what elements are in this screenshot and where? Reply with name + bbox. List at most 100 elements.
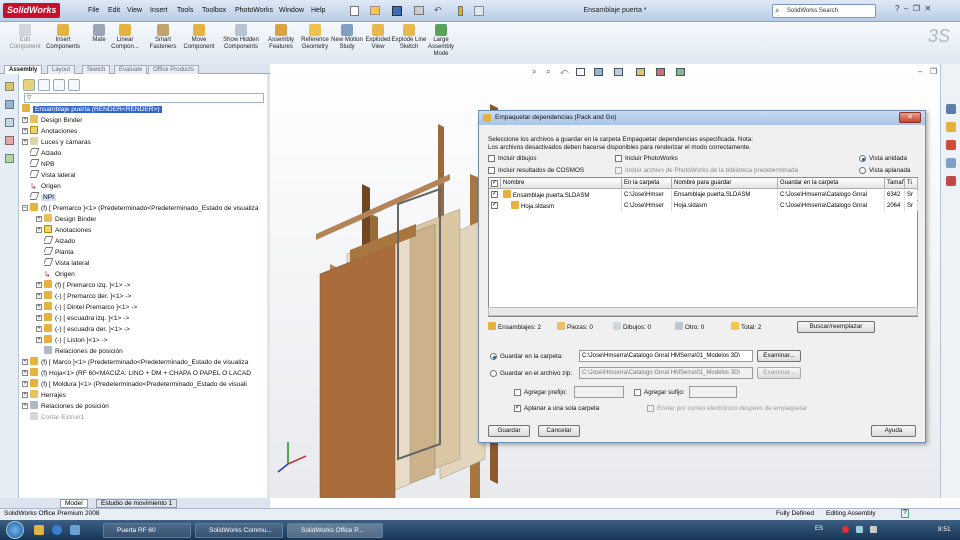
- tree-item-planta[interactable]: Planta: [44, 247, 74, 258]
- select-all-checkbox[interactable]: ✓: [489, 178, 501, 189]
- include-pw-library-checkbox[interactable]: [615, 167, 622, 174]
- tree-item-npb[interactable]: NPB: [30, 159, 55, 170]
- tree-item-vista-lateral[interactable]: Vista lateral: [30, 170, 75, 181]
- taskbar-item-community[interactable]: SolidWorks Commu...: [195, 523, 283, 538]
- save-to-folder-radio[interactable]: [490, 353, 497, 360]
- include-drawings-checkbox[interactable]: [488, 155, 495, 162]
- save-folder-field[interactable]: C:\Jose\Hmserra\Catalogo Gnral HMSerra\0…: [579, 350, 753, 362]
- tree-item-escuadra-izq[interactable]: (-) [ escuadra izq. ]<1> ->: [44, 313, 129, 324]
- appearances-icon[interactable]: [5, 136, 14, 145]
- help-icon[interactable]: ?: [895, 4, 899, 13]
- menu-window[interactable]: Window: [279, 7, 304, 14]
- suffix-field[interactable]: [689, 386, 737, 398]
- save-icon[interactable]: [392, 6, 402, 16]
- expand-icon[interactable]: +: [36, 315, 42, 321]
- tree-item-premarco[interactable]: (f) [ Premarco ]<1> (Predeterminado<Pred…: [30, 203, 267, 214]
- dimxpert-tab-icon[interactable]: [68, 79, 80, 91]
- show-desktop-icon[interactable]: [70, 525, 80, 535]
- tree-item-anotaciones-2[interactable]: Anotaciones: [44, 225, 91, 236]
- tree-item-luces[interactable]: Luces y cámaras: [30, 137, 91, 148]
- menu-file[interactable]: File: [88, 7, 99, 14]
- tree-item-herrajes[interactable]: Herrajes: [30, 390, 66, 401]
- tree-item-vista-lateral-2[interactable]: Vista lateral: [44, 258, 89, 269]
- design-library-icon[interactable]: [946, 122, 956, 132]
- menu-help[interactable]: Help: [311, 7, 325, 14]
- ie-icon[interactable]: [52, 525, 62, 535]
- menu-insert[interactable]: Insert: [150, 7, 168, 14]
- expand-icon[interactable]: +: [22, 128, 28, 134]
- tree-item-design-binder[interactable]: Design Binder: [30, 115, 82, 126]
- row-save-folder[interactable]: C:\Jose\Hmserra\Catalogo Gnral: [778, 190, 885, 200]
- close-icon[interactable]: ✕: [924, 4, 931, 13]
- expand-icon[interactable]: +: [36, 304, 42, 310]
- column-header-size[interactable]: Tamaño: [885, 178, 905, 189]
- save-to-zip-radio[interactable]: [490, 370, 497, 377]
- expand-icon[interactable]: +: [22, 403, 28, 409]
- tree-item-design-binder-2[interactable]: Design Binder: [44, 214, 96, 225]
- tree-item-origen[interactable]: ↳ Origen: [30, 181, 61, 192]
- row-save-name[interactable]: Ensamblaje puerta.SLDASM: [672, 190, 778, 200]
- tree-item-relaciones[interactable]: Relaciones de posición: [44, 346, 123, 357]
- flatten-folder-checkbox[interactable]: ✓: [514, 405, 521, 412]
- print-icon[interactable]: [414, 6, 424, 15]
- table-row[interactable]: ✓ Hoja.sldasm C:\Jose\Hmser Hoja.sldasm …: [489, 201, 918, 211]
- feature-manager-tab-icon[interactable]: [23, 79, 35, 91]
- tree-item-premarco-izq[interactable]: (f) [ Premarco izq. ]<1> ->: [44, 280, 130, 291]
- tree-item-npi[interactable]: NPI: [30, 192, 56, 203]
- tab-model[interactable]: Model: [60, 499, 88, 508]
- tree-item-cortar-extruir[interactable]: Cortar-Extruir1: [30, 412, 84, 423]
- tree-item-alzado-2[interactable]: Alzado: [44, 236, 75, 247]
- expand-icon[interactable]: +: [22, 359, 28, 365]
- taskbar-item-puerta[interactable]: Puerta RF 60: [103, 523, 191, 538]
- linear-component-pattern-button[interactable]: Linear Compon...: [106, 24, 144, 51]
- expand-icon[interactable]: +: [36, 337, 42, 343]
- email-after-checkbox[interactable]: [647, 405, 654, 412]
- row-save-name[interactable]: Hoja.sldasm: [672, 201, 778, 211]
- expand-icon[interactable]: +: [22, 381, 28, 387]
- assembly-features-button[interactable]: Assembly Features: [262, 24, 300, 51]
- tree-item-moldura[interactable]: (f) [ Moldura ]<1> (Predeterminado<Prede…: [30, 379, 267, 390]
- column-header-type[interactable]: Ti: [905, 178, 918, 189]
- appearances-icon[interactable]: [946, 176, 956, 186]
- view-palette-icon[interactable]: [946, 158, 956, 168]
- save-zip-field[interactable]: C:\Jose\Hmserra\Catalogo Gnral HMSerra\0…: [579, 367, 753, 379]
- save-button[interactable]: Guardar: [488, 425, 530, 437]
- network-icon[interactable]: [856, 526, 863, 533]
- insert-components-button[interactable]: Insert Components: [44, 24, 82, 51]
- new-icon[interactable]: [350, 6, 359, 16]
- tree-item-alzado[interactable]: Alzado: [30, 148, 61, 159]
- clock[interactable]: 8:51: [938, 526, 951, 533]
- status-help-icon[interactable]: ?: [901, 509, 909, 518]
- expand-icon[interactable]: +: [22, 117, 28, 123]
- search-input[interactable]: SolidWorks Search: [772, 4, 876, 18]
- expand-icon[interactable]: +: [22, 139, 28, 145]
- options-icon[interactable]: [474, 6, 484, 16]
- view-palette-icon[interactable]: [5, 118, 14, 127]
- include-cosmos-checkbox[interactable]: [488, 167, 495, 174]
- tree-item-dintel-premarco[interactable]: (-) [ Dintel Premarco ]<1> ->: [44, 302, 137, 313]
- grid-horizontal-scrollbar[interactable]: [488, 307, 918, 316]
- expand-icon[interactable]: +: [36, 227, 42, 233]
- tab-office-products[interactable]: Office Products: [148, 65, 199, 74]
- minimize-icon[interactable]: –: [904, 4, 908, 13]
- tree-filter-input[interactable]: ▽: [24, 93, 264, 103]
- browse-zip-button[interactable]: Examinar...: [757, 367, 801, 379]
- move-component-button[interactable]: Move Component: [180, 24, 218, 51]
- include-photoworks-checkbox[interactable]: [615, 155, 622, 162]
- taskbar-item-solidworks[interactable]: SolidWorks Office P...: [287, 523, 383, 538]
- tree-item-escuadra-der[interactable]: (-) [ escuadra der. ]<1> ->: [44, 324, 130, 335]
- custom-properties-icon[interactable]: [5, 154, 14, 163]
- prefix-field[interactable]: [574, 386, 624, 398]
- cancel-button[interactable]: Cancelar: [538, 425, 580, 437]
- volume-icon[interactable]: [870, 526, 877, 533]
- flat-view-radio[interactable]: [859, 167, 866, 174]
- show-hidden-components-button[interactable]: Show Hidden Components: [222, 24, 260, 51]
- resources-icon[interactable]: [946, 104, 956, 114]
- standard-toolbar[interactable]: ↶: [350, 4, 550, 18]
- menu-view[interactable]: View: [127, 7, 142, 14]
- configuration-manager-tab-icon[interactable]: [53, 79, 65, 91]
- search-icon[interactable]: ⌕: [775, 6, 779, 16]
- tree-item-liston[interactable]: (-) [ Liston ]<1> ->: [44, 335, 108, 346]
- expand-icon[interactable]: +: [36, 282, 42, 288]
- solidworks-logo[interactable]: SolidWorks: [3, 3, 61, 18]
